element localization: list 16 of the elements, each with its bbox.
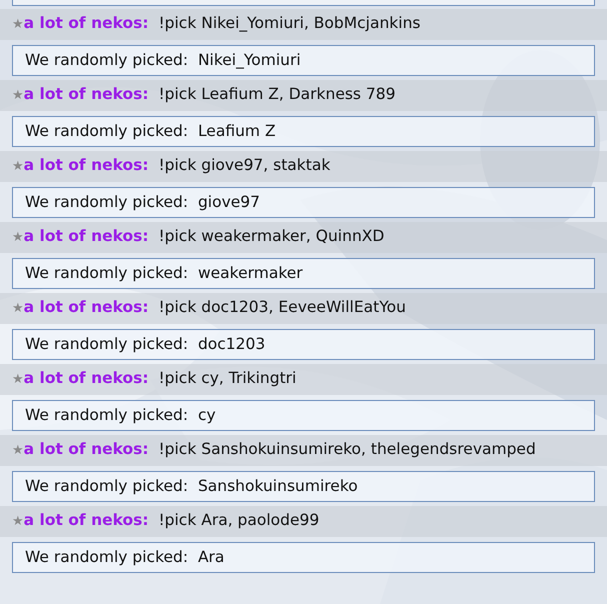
bot-reply: We randomly picked: cy — [25, 406, 216, 424]
bot-reply: We randomly picked: weakermaker — [25, 264, 303, 282]
bot-reply: We randomly picked: Leafium Z — [25, 122, 276, 140]
bot-reply: We randomly picked: doc1203 — [25, 335, 266, 353]
chat-message: ★a lot of nekos: !pick doc1203, EeveeWillEatYou — [12, 297, 407, 318]
chat-message: ★a lot of nekos: !pick Ara, paolode99 — [12, 510, 320, 531]
chat-message: ★a lot of nekos: !pick cy, Trikingtri — [12, 368, 298, 389]
bot-reply: We randomly picked: Sanshokuinsumireko — [25, 477, 358, 495]
chat-message: ★a lot of nekos: !pick Nikei_Yomiuri, BobMcjankins — [12, 13, 422, 34]
bot-reply: We randomly picked: giove97 — [25, 193, 260, 211]
bot-reply: We randomly picked: Nikei_Yomiuri — [25, 51, 301, 69]
chat-message: ★a lot of nekos: !pick Leafium Z, Darkness 789 — [12, 84, 397, 105]
bot-reply: We randomly picked: Ara — [25, 548, 224, 566]
chat-message: ★a lot of nekos: !pick weakermaker, QuinnXD — [12, 226, 386, 247]
chat-message: ★a lot of nekos: !pick Sanshokuinsumireko, thelegendsrevamped — [12, 439, 537, 460]
chat-message: ★a lot of nekos: !pick giove97, staktak — [12, 155, 332, 176]
